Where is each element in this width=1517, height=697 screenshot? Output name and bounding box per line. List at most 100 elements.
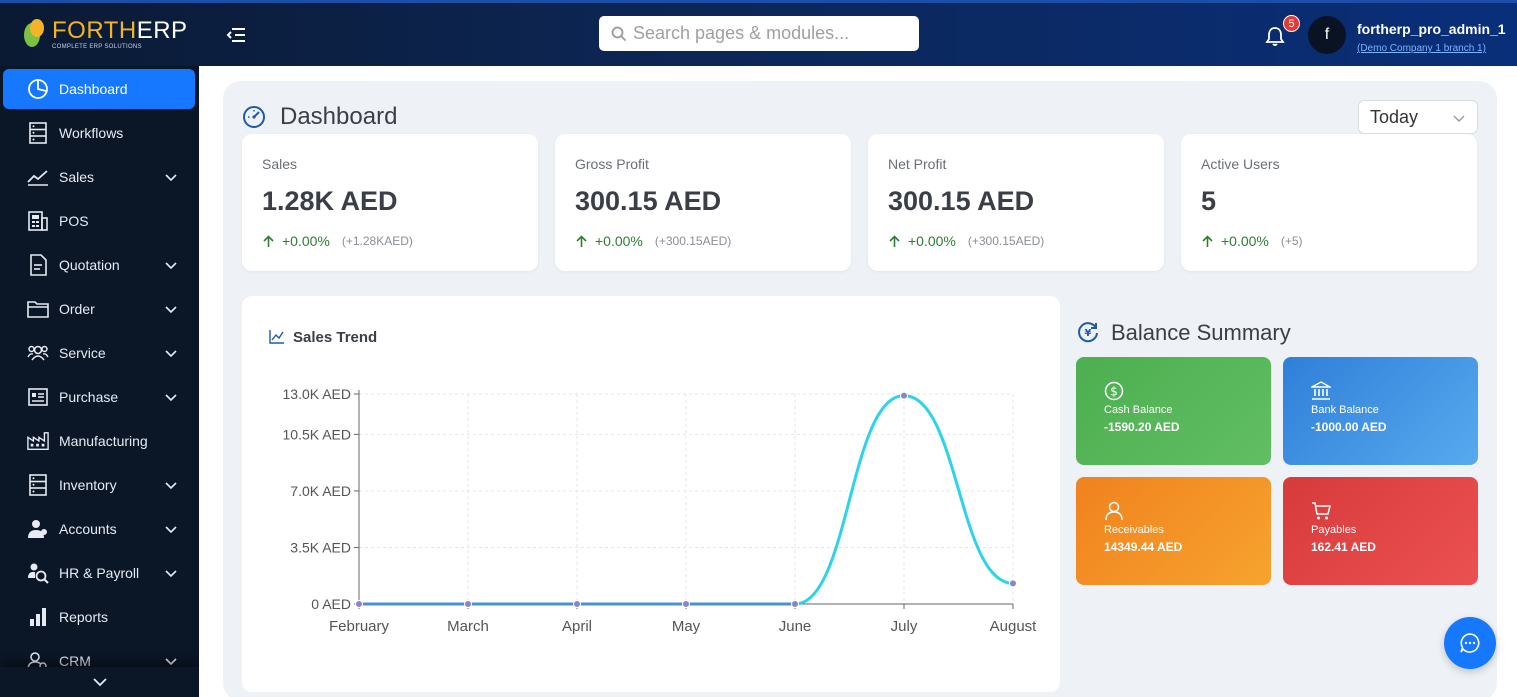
sidebar-item-quotation[interactable]: Quotation [3,245,195,285]
x-tick-label: February [329,618,390,635]
sidebar-item-manufacturing[interactable]: Manufacturing [3,421,195,461]
top-bar: FORTHERP COMPLETE ERP SOLUTIONS 5 f fort… [0,0,1517,66]
chat-icon [1460,633,1480,653]
sidebar-item-label: Manufacturing [59,433,148,449]
sidebar-item-service[interactable]: Service [3,333,195,373]
currency-exchange-icon: ¥ [1076,320,1100,344]
user-icon [1105,501,1123,521]
sidebar-item-label: POS [59,213,89,229]
search-box[interactable] [599,16,919,51]
sidebar-item-label: Inventory [59,477,117,493]
balance-title: Bank Balance [1311,404,1379,416]
balance-value: 14349.44 AED [1104,540,1183,554]
chat-button[interactable] [1444,617,1496,669]
company-link[interactable]: (Demo Company 1 branch 1) [1357,43,1486,54]
stat-delta: +0.00% [1221,233,1269,249]
brand-tagline: COMPLETE ERP SOLUTIONS [52,44,142,50]
arrow-up-icon [263,234,274,247]
id-card-icon [27,386,49,408]
balance-card-bank[interactable]: Bank Balance -1000.00 AED [1283,357,1478,465]
sidebar-item-pos[interactable]: POS [3,201,195,241]
sidebar-item-dashboard[interactable]: Dashboard [3,69,195,109]
line-chart-icon [269,329,285,344]
dollar-icon: $ [1104,381,1124,401]
calculator-icon [27,210,49,232]
svg-text:$: $ [1110,385,1118,399]
x-tick-label: July [891,618,918,635]
stat-title: Active Users [1201,156,1280,172]
inventory-icon [27,474,49,496]
chevron-down-icon [165,482,177,490]
menu-toggle-icon[interactable] [225,25,247,45]
user-group-icon [27,518,49,540]
chevron-down-icon [92,678,107,687]
balance-title: Payables [1311,524,1357,536]
page-title: Dashboard [280,103,398,130]
stat-title: Sales [262,156,298,172]
x-tick-label: March [447,618,489,635]
sidebar-item-purchase[interactable]: Purchase [3,377,195,417]
data-point [464,600,472,608]
stat-delta: +0.00% [908,233,956,249]
balance-card-payables[interactable]: Payables 162.41 AED [1283,477,1478,585]
hr-icon [27,562,49,584]
sidebar-item-label: Order [59,301,95,317]
balance-card-cash[interactable]: $ Cash Balance -1590.20 AED [1076,357,1271,465]
y-tick-label: 10.5K AED [283,426,352,442]
cart-icon [1312,502,1331,520]
data-point [791,600,799,608]
brand-logo[interactable]: FORTHERP COMPLETE ERP SOLUTIONS [24,19,188,50]
stat-title: Net Profit [888,156,947,172]
bank-icon [1311,381,1331,400]
sidebar-item-sales[interactable]: Sales [3,157,195,197]
sidebar-item-inventory[interactable]: Inventory [3,465,195,505]
y-tick-label: 13.0K AED [283,386,352,402]
team-icon [27,342,49,364]
stat-value: 300.15 AED [575,186,722,216]
stat-delta: +0.00% [282,233,330,249]
search-input[interactable] [633,23,903,44]
chevron-down-icon [165,570,177,578]
line-chart-icon [27,166,49,188]
stat-card-sales: Sales 1.28K AED +0.00% (+1.28KAED) [242,134,538,271]
sidebar-item-order[interactable]: Order [3,289,195,329]
sidebar-item-accounts[interactable]: Accounts [3,509,195,549]
sidebar-item-hr-payroll[interactable]: HR & Payroll [3,553,195,593]
notification-badge: 5 [1283,15,1300,32]
sidebar-item-label: Dashboard [59,81,128,97]
balance-card-receivables[interactable]: Receivables 14349.44 AED [1076,477,1271,585]
bell-icon[interactable] [1264,25,1286,47]
chevron-down-icon [165,394,177,402]
sidebar-item-reports[interactable]: Reports [3,597,195,637]
data-point [900,391,908,400]
stat-note: (+5) [1280,234,1303,248]
chevron-down-icon [165,350,177,358]
sidebar: Dashboard Workflows Sales POS Quotation … [0,66,199,697]
balance-title: Cash Balance [1104,404,1173,416]
user-name[interactable]: fortherp_pro_admin_1 [1357,21,1506,37]
sidebar-item-workflows[interactable]: Workflows [3,113,195,153]
data-point [573,600,581,608]
sidebar-item-label: Quotation [59,257,120,273]
x-tick-label: April [562,618,592,635]
stat-value: 1.28K AED [262,186,398,216]
pie-chart-icon [27,78,49,100]
logo-mark-icon [24,19,46,49]
stat-note: (+300.15AED) [967,234,1045,248]
chevron-down-icon [165,262,177,270]
range-select[interactable]: Today [1358,100,1478,134]
sales-trend-chart: 0 AED 3.5K AED 7.0K AED 10.5K AED 13.0K AED F… [283,386,1038,635]
stat-note: (+1.28KAED) [341,234,413,248]
svg-text:¥: ¥ [1085,328,1092,339]
arrow-up-icon [576,234,587,247]
avatar[interactable]: f [1308,16,1346,54]
sidebar-item-label: Service [59,345,106,361]
data-point [682,600,690,608]
sidebar-scroll-down[interactable] [0,667,199,697]
y-tick-label: 7.0K AED [290,483,351,499]
chart-title: Sales Trend [293,329,378,346]
sidebar-item-label: Purchase [59,389,119,405]
chevron-down-icon [165,658,177,666]
stat-value: 5 [1201,186,1217,216]
sidebar-item-label: HR & Payroll [59,565,140,581]
